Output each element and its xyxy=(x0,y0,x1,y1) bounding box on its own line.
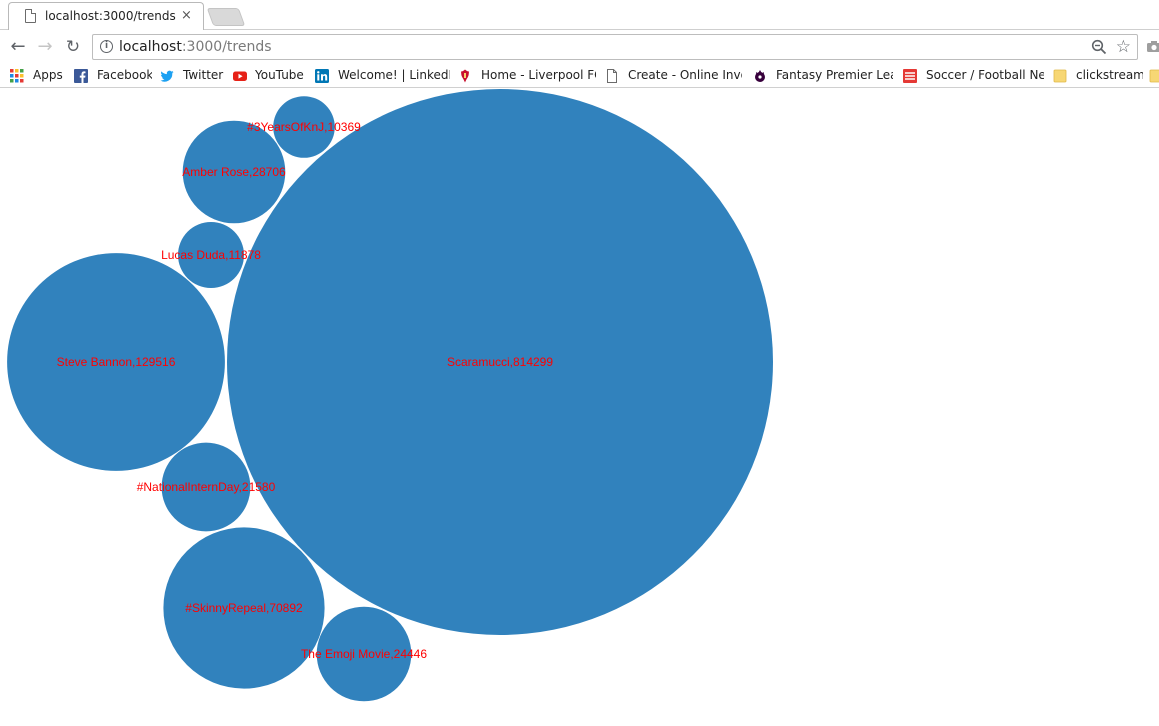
youtube-icon xyxy=(233,71,247,81)
reload-icon[interactable]: ↻ xyxy=(62,36,84,58)
bookmark-star-icon[interactable]: ☆ xyxy=(1116,37,1131,57)
bubble-label: #SkinnyRepeal,70892 xyxy=(185,601,303,615)
bubble-label: Amber Rose,28706 xyxy=(182,165,286,179)
url-host: localhost xyxy=(119,39,182,55)
bookmark-overflow-folder[interactable] xyxy=(1149,67,1159,85)
address-bar[interactable]: i localhost:3000/trends ☆ xyxy=(92,34,1138,60)
bookmarks-bar: Apps Facebook Twitter YouTube Welcome! |… xyxy=(0,64,1159,88)
bubble-label: #3YearsOfKnJ,10369 xyxy=(247,120,361,134)
premier-league-icon xyxy=(755,70,765,82)
bubble-label: #NationalInternDay,21580 xyxy=(137,480,276,494)
tab-title: localhost:3000/trends xyxy=(45,9,176,23)
bookmark-label: Create - Online Invoic xyxy=(628,68,742,82)
linkedin-icon xyxy=(315,69,329,83)
tab-strip: localhost:3000/trends × xyxy=(0,0,1159,30)
url-text[interactable]: localhost:3000/trends xyxy=(119,39,272,55)
bookmark-label: Fantasy Premier Leag xyxy=(776,68,893,82)
bookmark-label: Home - Liverpool FC xyxy=(481,68,596,82)
page-icon xyxy=(607,69,617,83)
camera-icon[interactable] xyxy=(1146,40,1159,53)
folder-icon xyxy=(1053,69,1067,83)
bookmark-clickstream[interactable]: clickstream xyxy=(1053,67,1143,85)
bookmark-label: Apps xyxy=(33,68,63,82)
twitter-icon xyxy=(160,70,174,82)
bubble-label: Steve Bannon,129516 xyxy=(57,355,176,369)
bookmark-fantasy-premier-league[interactable]: Fantasy Premier Leag xyxy=(753,67,893,85)
zoom-icon[interactable] xyxy=(1091,39,1107,55)
bookmark-linkedin[interactable]: Welcome! | LinkedIn xyxy=(315,67,450,85)
facebook-icon xyxy=(74,69,88,83)
bookmark-facebook[interactable]: Facebook xyxy=(74,67,152,85)
bookmark-label: YouTube xyxy=(255,68,304,82)
trends-page: Scaramucci,814299 Steve Bannon,129516 #Ski… xyxy=(0,89,1159,722)
bookmark-label: clickstream xyxy=(1076,68,1143,82)
apps-grid-icon xyxy=(10,69,24,83)
page-icon xyxy=(25,9,36,23)
browser-toolbar: ← → ↻ i localhost:3000/trends ☆ xyxy=(0,30,1159,64)
bookmark-apps[interactable]: Apps xyxy=(10,67,65,85)
info-icon[interactable]: i xyxy=(100,40,113,53)
new-tab-button[interactable] xyxy=(206,8,246,26)
trends-bubble-chart: Scaramucci,814299 Steve Bannon,129516 #Ski… xyxy=(7,89,773,702)
bookmark-youtube[interactable]: YouTube xyxy=(232,67,306,85)
folder-icon xyxy=(1149,69,1159,83)
bookmark-soccer-news[interactable]: Soccer / Football New xyxy=(903,67,1044,85)
forward-arrow-icon[interactable]: → xyxy=(34,36,56,58)
bubble-label: The Emoji Movie,24446 xyxy=(301,647,427,661)
bookmark-label: Facebook xyxy=(97,68,152,82)
bookmark-twitter[interactable]: Twitter xyxy=(160,67,224,85)
close-icon[interactable]: × xyxy=(181,8,192,23)
tab-trends[interactable]: localhost:3000/trends × xyxy=(8,2,204,30)
url-path: :3000/trends xyxy=(181,39,272,55)
bookmark-label: Twitter xyxy=(183,68,224,82)
back-arrow-icon[interactable]: ← xyxy=(7,36,29,58)
bookmark-liverpool[interactable]: Home - Liverpool FC xyxy=(458,67,596,85)
liverpool-crest-icon xyxy=(461,69,469,83)
bookmark-create-invoice[interactable]: Create - Online Invoic xyxy=(605,67,742,85)
bubble-label: Scaramucci,814299 xyxy=(447,355,553,369)
bookmark-label: Welcome! | LinkedIn xyxy=(338,68,450,82)
soccer-news-icon xyxy=(903,69,917,83)
bookmark-label: Soccer / Football New xyxy=(926,68,1044,82)
bubble-label: Lucas Duda,11878 xyxy=(161,248,261,262)
